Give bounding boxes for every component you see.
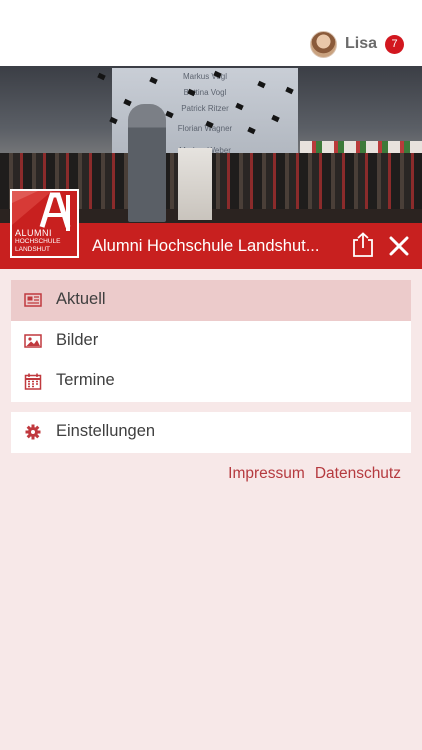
page-title: Alumni Hochschule Landshut... <box>92 237 320 255</box>
image-icon <box>24 333 42 349</box>
impressum-link[interactable]: Impressum <box>228 465 305 483</box>
screen-name: Bettina Vogl <box>183 88 227 97</box>
menu-item-label: Aktuell <box>56 290 106 308</box>
close-icon[interactable] <box>387 234 411 258</box>
menu-item-label: Bilder <box>56 330 99 349</box>
main-menu: Aktuell Bilder Termine <box>11 280 411 402</box>
share-icon[interactable] <box>351 232 375 258</box>
top-bar: Lisa 7 <box>0 0 422 66</box>
user-profile[interactable]: Lisa 7 <box>309 29 404 59</box>
alumni-logo[interactable]: ALUMNI HOCHSCHULE LANDSHUT <box>10 189 79 258</box>
logo-text: LANDSHUT <box>15 246 51 253</box>
speaker-figure <box>128 104 166 222</box>
logo-text: HOCHSCHULE <box>15 238 61 245</box>
menu-item-termine[interactable]: Termine <box>11 361 411 402</box>
logo-text: ALUMNI <box>15 228 53 238</box>
menu-item-einstellungen[interactable]: Einstellungen <box>11 412 411 453</box>
avatar[interactable] <box>309 30 337 58</box>
gear-icon <box>24 424 42 440</box>
settings-menu: Einstellungen <box>11 412 411 453</box>
screen-name: Markus Vogl <box>182 72 228 81</box>
podium <box>178 148 212 220</box>
notification-badge[interactable]: 7 <box>385 34 404 54</box>
menu-item-bilder[interactable]: Bilder <box>11 321 411 362</box>
user-name[interactable]: Lisa <box>345 35 377 53</box>
menu-item-label: Termine <box>56 371 115 389</box>
newspaper-icon <box>24 292 42 308</box>
menu-item-label: Einstellungen <box>56 422 156 440</box>
menu-item-aktuell[interactable]: Aktuell <box>11 280 411 321</box>
footer-links: Impressum Datenschutz <box>228 465 401 483</box>
calendar-icon <box>24 373 42 390</box>
datenschutz-link[interactable]: Datenschutz <box>315 465 401 483</box>
